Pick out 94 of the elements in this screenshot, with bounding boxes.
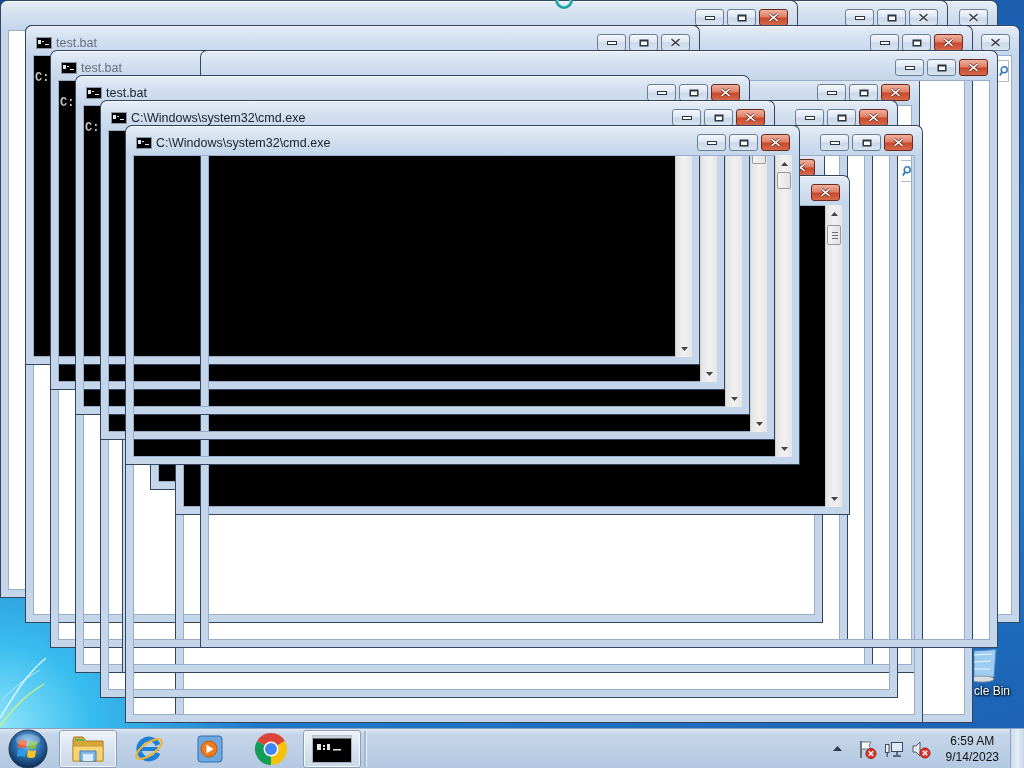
search-field[interactable] — [998, 60, 1009, 82]
close-icon — [745, 113, 756, 122]
minimize-icon — [606, 40, 617, 45]
close-icon — [868, 113, 879, 122]
close-icon — [670, 38, 681, 47]
terminal-icon — [111, 111, 127, 124]
maximize-icon — [638, 38, 649, 47]
scrollbar[interactable] — [675, 155, 692, 357]
minimize-button[interactable] — [895, 59, 924, 76]
play-icon — [197, 734, 223, 763]
triangle-up-icon[interactable] — [780, 161, 788, 166]
close-icon — [968, 63, 979, 72]
scrollbar[interactable] — [825, 205, 842, 507]
minimize-icon — [904, 65, 915, 70]
close-icon — [890, 88, 901, 97]
triangle-down-icon[interactable] — [730, 396, 738, 401]
taskbar-button[interactable] — [303, 729, 361, 768]
minimize-icon — [804, 115, 815, 120]
maximize-icon — [886, 13, 897, 22]
console-text: C: — [85, 122, 100, 135]
maximize-icon — [836, 113, 847, 122]
maximize-button[interactable] — [927, 59, 956, 76]
close-icon — [968, 13, 979, 22]
console-text: C: — [35, 72, 50, 85]
terminal-icon — [312, 734, 352, 763]
close-icon — [820, 188, 831, 197]
maximize-button[interactable] — [729, 134, 758, 151]
scroll-thumb[interactable] — [827, 225, 841, 245]
scrollbar[interactable] — [750, 155, 767, 432]
flag-orb-icon — [8, 728, 48, 768]
round-logo-icon — [254, 731, 288, 766]
scroll-thumb[interactable] — [777, 172, 791, 189]
window-title: test.bat — [81, 59, 122, 76]
minimize-icon — [879, 40, 890, 45]
close-icon — [799, 163, 806, 172]
maximize-icon — [861, 138, 872, 147]
close-icon — [770, 138, 781, 147]
minimize-button[interactable] — [697, 134, 726, 151]
triangle-down-icon[interactable] — [705, 371, 713, 376]
close-button[interactable] — [981, 34, 1010, 51]
window-title: C:\Windows\system32\cmd.exe — [131, 109, 306, 126]
desktop-icon-label[interactable]: cle Bin — [974, 684, 1011, 698]
triangle-up-icon — [833, 746, 843, 751]
minimize-icon — [829, 140, 840, 145]
minimize-icon — [704, 15, 715, 20]
search-field[interactable] — [901, 160, 912, 182]
folder-icon — [72, 734, 104, 763]
maximize-icon — [858, 88, 869, 97]
minimize-icon — [681, 115, 692, 120]
clock[interactable]: 6:59 AM 9/14/2023 — [941, 732, 1003, 765]
close-icon — [768, 13, 779, 22]
search-icon — [998, 66, 1008, 76]
close-icon — [943, 38, 954, 47]
window-title: C:\Windows\system32\cmd.exe — [156, 134, 331, 151]
close-button[interactable] — [881, 84, 910, 101]
maximize-button[interactable] — [852, 134, 881, 151]
triangle-up-icon[interactable] — [830, 211, 838, 216]
maximize-icon — [736, 13, 747, 22]
maximize-icon — [688, 88, 699, 97]
terminal-icon — [61, 61, 77, 74]
close-icon — [918, 13, 929, 22]
maximize-icon — [738, 138, 749, 147]
triangle-down-icon[interactable] — [680, 346, 688, 351]
busy-cursor-icon — [555, 0, 573, 10]
scrollbar[interactable] — [775, 155, 792, 457]
minimize-icon — [826, 90, 837, 95]
triangle-down-icon[interactable] — [780, 446, 788, 451]
close-icon — [990, 38, 1001, 47]
maximize-icon — [713, 113, 724, 122]
minimize-icon — [656, 90, 667, 95]
triangle-down-icon[interactable] — [830, 496, 838, 501]
window-title: test.bat — [56, 34, 97, 51]
maximize-icon — [911, 38, 922, 47]
close-button[interactable] — [884, 134, 913, 151]
close-button[interactable] — [811, 184, 840, 201]
close-icon — [893, 138, 904, 147]
search-icon — [901, 166, 911, 176]
minimize-icon — [706, 140, 717, 145]
terminal-icon — [136, 136, 152, 149]
window-title: test.bat — [106, 84, 147, 101]
scrollbar[interactable] — [725, 155, 742, 407]
close-button[interactable] — [959, 59, 988, 76]
maximize-icon — [936, 63, 947, 72]
terminal-icon — [86, 86, 102, 99]
minimize-icon — [854, 15, 865, 20]
trash-bin-icon[interactable] — [974, 649, 1000, 683]
scrollbar[interactable] — [700, 155, 717, 382]
console-text: C: — [60, 97, 75, 110]
triangle-down-icon[interactable] — [755, 421, 763, 426]
terminal-icon — [36, 36, 52, 49]
letter-e-icon — [133, 733, 165, 764]
close-icon — [720, 88, 731, 97]
minimize-button[interactable] — [820, 134, 849, 151]
close-button[interactable] — [761, 134, 790, 151]
